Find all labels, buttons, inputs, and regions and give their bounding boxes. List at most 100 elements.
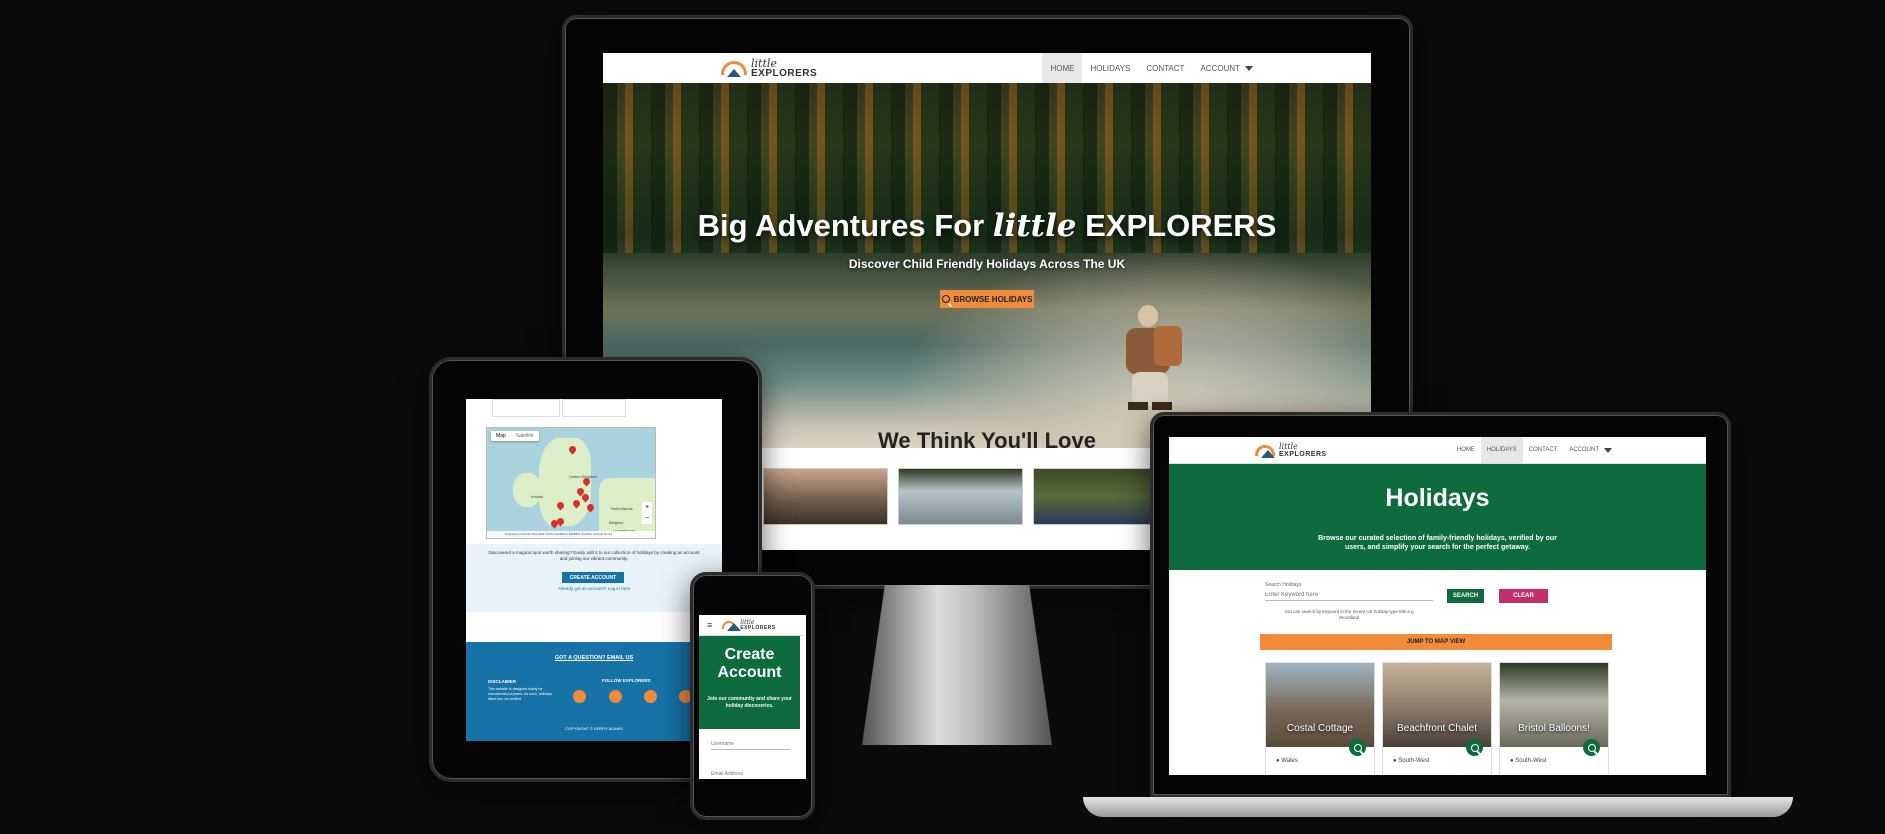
- search-help-text: You can search by keyword in the recent …: [1284, 609, 1414, 621]
- holidays-intro: Browse our curated selection of family-f…: [1318, 535, 1557, 552]
- holiday-title: Costal Cottage: [1286, 723, 1354, 734]
- instagram-icon[interactable]: [609, 690, 622, 703]
- site-logo[interactable]: little EXPLORERS: [1255, 441, 1327, 458]
- hero-title-end: EXPLORERS: [1085, 208, 1277, 243]
- disclaimer-text: This website is designed solely for educ…: [488, 687, 552, 702]
- holiday-location: ● South-West: [1510, 758, 1547, 764]
- holiday-card[interactable]: Beachfront Chalet ● South-West: [1382, 662, 1492, 775]
- map-label: Ireland: [531, 494, 544, 499]
- site-logo[interactable]: little EXPLORERS: [721, 58, 817, 79]
- map-tab[interactable]: Map: [491, 431, 511, 441]
- holiday-card[interactable]: Bristol Balloons! ● South-West: [1499, 662, 1609, 775]
- disclaimer-title: DISCLAIMER: [488, 679, 516, 684]
- logo-little-text: little: [1279, 441, 1298, 451]
- follow-label: FOLLOW: [602, 678, 622, 683]
- holiday-title: Bristol Balloons!: [1518, 723, 1590, 734]
- info-box: [492, 399, 560, 417]
- clear-button[interactable]: CLEAR: [1499, 589, 1548, 603]
- page-title: Holidays: [1385, 484, 1490, 512]
- hero-title: Big Adventures For little EXPLORERS: [603, 208, 1371, 244]
- twitter-icon[interactable]: [644, 690, 657, 703]
- facebook-icon[interactable]: [573, 690, 586, 703]
- laptop-mockup: little EXPLORERS HOME HOLIDAYS CONTACT A…: [1083, 412, 1793, 824]
- holiday-location: ● South-West: [1393, 758, 1430, 764]
- zoom-controls[interactable]: + −: [642, 502, 652, 524]
- nav-contact[interactable]: CONTACT: [1138, 53, 1192, 83]
- mountain-sun-icon: [722, 621, 742, 631]
- monitor-stand: [862, 585, 1052, 745]
- nav-holidays[interactable]: HOLIDAYS: [1480, 437, 1523, 463]
- navbar: ≡ little EXPLORERS: [699, 615, 806, 636]
- caret-down-icon: [1604, 447, 1612, 453]
- holiday-location-text: South-West: [1398, 758, 1430, 764]
- logo-explorers-text: EXPLORERS: [1279, 450, 1327, 458]
- mountain-sun-icon: [1255, 444, 1275, 458]
- search-icon: [941, 295, 950, 303]
- nav-account[interactable]: ACCOUNT: [1563, 437, 1618, 463]
- site-logo[interactable]: little EXPLORERS: [722, 619, 776, 631]
- map-land-ireland: [513, 473, 541, 507]
- nav-holidays[interactable]: HOLIDAYS: [1082, 53, 1138, 83]
- navbar: little EXPLORERS HOME HOLIDAYS CONTACT A…: [1169, 437, 1706, 464]
- map-type-toggle: Map Satellite: [491, 431, 539, 441]
- view-details-button[interactable]: [1349, 739, 1366, 756]
- search-label: Search Holidays: [1265, 582, 1302, 588]
- view-details-button[interactable]: [1583, 739, 1600, 756]
- create-account-subtitle: Join our community and share your holida…: [706, 696, 792, 709]
- laptop-screen: little EXPLORERS HOME HOLIDAYS CONTACT A…: [1169, 437, 1706, 775]
- create-account-button[interactable]: CREATE ACCOUNT: [562, 572, 624, 583]
- map-label: Belgium: [609, 520, 624, 525]
- create-account-promo: Discovered a magical spot worth sharing?…: [466, 544, 722, 612]
- logo-explorers-text: EXPLORERS: [751, 67, 818, 79]
- featured-thumbnail[interactable]: [898, 468, 1023, 525]
- search-icon: [1587, 743, 1596, 752]
- hamburger-menu-icon[interactable]: ≡: [707, 620, 712, 630]
- nav-account[interactable]: ACCOUNT: [1192, 53, 1261, 83]
- holiday-image: [1500, 663, 1608, 747]
- browse-holidays-button[interactable]: BROWSE HOLIDAYS: [940, 290, 1034, 308]
- holiday-title: Beachfront Chalet: [1396, 723, 1478, 734]
- map-attribution: Keyboard shortcuts Map data ©2024 GeoBas…: [487, 531, 655, 538]
- info-box: [562, 399, 626, 417]
- mountain-sun-icon: [721, 61, 747, 77]
- laptop-base: [1083, 797, 1793, 817]
- search-icon: [1470, 743, 1479, 752]
- username-field[interactable]: [711, 739, 791, 750]
- tablet-screen: Map Satellite United Kingdom Ireland Net…: [466, 399, 722, 741]
- hero-title-start: Big Adventures For: [697, 208, 985, 243]
- map-label: United Kingdom: [569, 474, 598, 479]
- nav-home[interactable]: HOME: [1451, 437, 1481, 463]
- search-button[interactable]: SEARCH: [1447, 589, 1484, 603]
- site-footer: GOT A QUESTION? EMAIL US DISCLAIMER This…: [466, 642, 722, 741]
- page-title: Create Account: [717, 646, 782, 681]
- hero-subtitle: Discover Child Friendly Holidays Across …: [848, 257, 1126, 271]
- holiday-image: [1383, 663, 1491, 747]
- nav-home[interactable]: HOME: [1042, 53, 1083, 83]
- browse-holidays-label: BROWSE HOLIDAYS: [953, 294, 1033, 304]
- logo-little-text: little: [751, 56, 777, 70]
- holiday-map[interactable]: Map Satellite United Kingdom Ireland Net…: [486, 427, 656, 539]
- featured-thumbnail[interactable]: [763, 468, 888, 525]
- email-us-link[interactable]: GOT A QUESTION? EMAIL US: [466, 655, 722, 661]
- view-details-button[interactable]: [1466, 739, 1483, 756]
- holiday-card[interactable]: Costal Cottage ● Wales: [1265, 662, 1375, 775]
- logo-explorers-text: EXPLORERS: [740, 624, 776, 631]
- jump-to-map-button[interactable]: JUMP TO MAP VIEW: [1260, 634, 1612, 650]
- caret-down-icon: [1245, 65, 1253, 71]
- nav-account-label: ACCOUNT: [1569, 447, 1599, 453]
- satellite-tab[interactable]: Satellite: [511, 431, 539, 441]
- copyright-text: COPYRIGHT © KERRY ADAMS: [565, 726, 623, 731]
- holiday-location: ● Wales: [1276, 758, 1298, 764]
- search-icon: [1353, 743, 1362, 752]
- holiday-location-text: South-West: [1515, 758, 1547, 764]
- nav-contact[interactable]: CONTACT: [1523, 437, 1564, 463]
- email-field[interactable]: [711, 769, 791, 779]
- navbar: little EXPLORERS HOME HOLIDAYS CONTACT A…: [603, 53, 1371, 84]
- login-link[interactable]: Already got an account? Log in here: [466, 586, 722, 591]
- promo-text: Discovered a magical spot worth sharing?…: [488, 550, 700, 562]
- create-account-header: Create Account Join our community and sh…: [699, 636, 800, 729]
- map-label: Netherlands: [611, 506, 633, 511]
- holiday-image: [1266, 663, 1374, 747]
- phone-screen: ≡ little EXPLORERS Create Account Join o…: [699, 615, 806, 779]
- search-input[interactable]: [1265, 590, 1433, 601]
